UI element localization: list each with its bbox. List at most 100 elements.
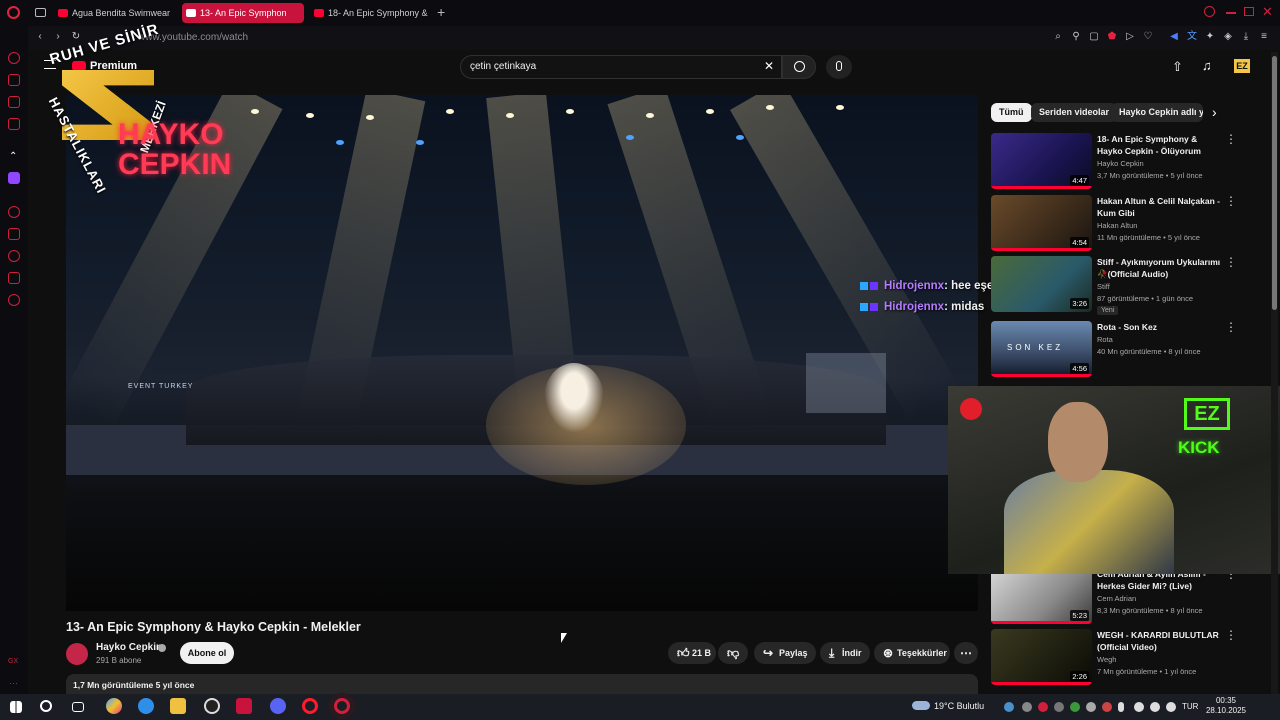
back-icon[interactable]: ‹ [34, 31, 46, 43]
video-thumbnail[interactable]: 4:47 [991, 133, 1092, 189]
channel-avatar[interactable] [66, 643, 88, 665]
recommendation-title[interactable]: Rota - Son Kez [1097, 321, 1221, 333]
video-thumbnail[interactable]: 3:26 [991, 256, 1092, 312]
wallet-icon[interactable]: ◈ [1222, 31, 1234, 43]
volume-icon[interactable] [1150, 702, 1160, 712]
chip-hayko-uploads[interactable]: Hayko Cepkin adlı yükle [1111, 103, 1203, 122]
notifications-bell-icon[interactable]: ♫ [1202, 58, 1212, 73]
recommendation-title[interactable]: Stiff - Ayıkmıyorum Uykularımı 🥀(Officia… [1097, 256, 1221, 280]
maximize-button[interactable] [1244, 7, 1254, 16]
opera-gx-icon[interactable] [334, 698, 350, 714]
youtube-logo-icon[interactable] [72, 61, 86, 71]
recommendation-item[interactable]: 3:26 Stiff - Ayıkmıyorum Uykularımı 🥀(Of… [991, 256, 1241, 315]
play-icon[interactable]: ▷ [1124, 31, 1136, 43]
more-actions-button[interactable]: ⋯ [954, 642, 978, 664]
obs-icon[interactable] [204, 698, 220, 714]
tray-app-icon[interactable] [1070, 702, 1080, 712]
like-button[interactable]: 👍︎ 21 B [668, 642, 716, 664]
more-options-icon[interactable]: ⋮ [1225, 256, 1237, 268]
extension-icon[interactable]: ✦ [1204, 31, 1216, 43]
search-icon[interactable] [40, 700, 52, 712]
clear-search-icon[interactable]: ✕ [764, 59, 774, 73]
tray-app-icon[interactable] [1054, 702, 1064, 712]
reload-icon[interactable]: ↻ [70, 31, 82, 43]
twitch-icon[interactable] [8, 172, 20, 184]
video-thumbnail[interactable]: 5:23 [991, 568, 1092, 624]
tray-app-icon[interactable] [1038, 702, 1048, 712]
pin-icon[interactable]: ⚲ [1070, 31, 1082, 43]
new-tab-button[interactable]: + [437, 4, 445, 20]
gx-icon[interactable]: GX [8, 658, 18, 665]
weather-cloud-icon[interactable] [912, 701, 930, 710]
description-box[interactable]: 1,7 Mn görüntüleme 5 yıl önce [66, 674, 978, 694]
video-editor-icon[interactable] [236, 698, 252, 714]
workspace-icon[interactable] [8, 74, 20, 86]
sidebar-more-icon[interactable]: ··· [9, 678, 18, 688]
chips-next-icon[interactable]: › [1212, 104, 1217, 120]
player-icon[interactable] [8, 206, 20, 218]
steam-icon[interactable] [1004, 702, 1014, 712]
thanks-button[interactable]: ⊛ Teşekkürler [874, 642, 950, 664]
opera-logo-icon[interactable] [7, 6, 20, 19]
account-avatar[interactable]: EZ [1234, 59, 1250, 73]
video-thumbnail[interactable]: 2:26 [991, 629, 1092, 685]
recommendation-channel[interactable]: Stiff [1097, 282, 1110, 291]
voice-search-button[interactable] [826, 55, 852, 79]
download-button[interactable]: ⤓ İndir [820, 642, 870, 664]
more-options-icon[interactable]: ⋮ [1225, 321, 1237, 333]
forward-icon[interactable]: › [52, 31, 64, 43]
chip-all[interactable]: Tümü [991, 103, 1032, 122]
channel-name[interactable]: Hayko Cepkin [96, 642, 162, 653]
network-icon[interactable] [1134, 702, 1144, 712]
tab-agua-bendita[interactable]: Agua Bendita Swimwear f [54, 3, 172, 23]
download-icon[interactable]: ⤓ [1240, 31, 1252, 43]
bookmarks-icon[interactable] [8, 228, 20, 240]
tab-epic-symphony-13[interactable]: 13- An Epic Symphon [182, 3, 304, 23]
dislike-button[interactable]: 👎︎ [718, 642, 748, 664]
settings-icon[interactable] [8, 294, 20, 306]
tray-app-icon[interactable] [1022, 702, 1032, 712]
tab-overview-icon[interactable] [35, 8, 46, 17]
zoom-icon[interactable]: ⌕ [1052, 31, 1064, 43]
windows-start-icon[interactable] [10, 701, 22, 713]
tray-app-icon[interactable] [1086, 702, 1096, 712]
search-input[interactable]: çetin çetinkaya [460, 55, 782, 79]
search-tabs-icon[interactable] [1204, 6, 1215, 17]
recommendation-item[interactable]: 4:47 18- An Epic Symphony & Hayko Cepkin… [991, 133, 1241, 191]
tray-app-icon[interactable] [1102, 702, 1112, 712]
upload-icon[interactable]: ⇧ [1172, 59, 1183, 75]
more-options-icon[interactable]: ⋮ [1225, 629, 1237, 641]
edge-icon[interactable] [138, 698, 154, 714]
recommendation-item[interactable]: 2:26 WEGH - KARARDI BULUTLAR (Official V… [991, 629, 1241, 687]
translate-icon[interactable]: 文 [1186, 31, 1198, 43]
more-options-icon[interactable]: ⋮ [1225, 195, 1237, 207]
more-options-icon[interactable]: ⋮ [1225, 133, 1237, 145]
shield-icon[interactable]: ⬟ [1106, 31, 1118, 43]
opera-icon[interactable] [302, 698, 318, 714]
video-thumbnail[interactable]: 4:54 [991, 195, 1092, 251]
menu-icon[interactable]: ≡ [1258, 31, 1270, 43]
tiktok-icon[interactable]: ⌃ [9, 151, 17, 162]
recommendation-channel[interactable]: Rota [1097, 335, 1113, 344]
copilot-icon[interactable] [106, 698, 122, 714]
extensions-icon[interactable] [8, 272, 20, 284]
search-button[interactable] [782, 55, 816, 79]
recommendation-item[interactable]: SON KEZ 4:56 Rota - Son Kez Rota 40 Mn g… [991, 321, 1241, 379]
video-thumbnail[interactable]: SON KEZ 4:56 [991, 321, 1092, 377]
share-button[interactable]: ↪ Paylaş [754, 642, 816, 664]
clock-date[interactable]: 28.10.2025 [1196, 706, 1256, 715]
aria-icon[interactable] [8, 52, 20, 64]
microphone-icon[interactable] [1118, 702, 1124, 712]
file-explorer-icon[interactable] [170, 698, 186, 714]
recommendation-channel[interactable]: Hakan Altun [1097, 221, 1137, 230]
scrollbar-thumb[interactable] [1272, 56, 1277, 310]
speaker-icon[interactable]: ◀ [1168, 31, 1180, 43]
clock-time[interactable]: 00:35 [1196, 696, 1256, 705]
recommendation-item[interactable]: 5:23 Cem Adrian & Aylin Aslım - Herkes G… [991, 568, 1241, 626]
tab-epic-symphony-18[interactable]: 18- An Epic Symphony & I [310, 3, 428, 23]
recommendation-channel[interactable]: Hayko Cepkin [1097, 159, 1144, 168]
messenger-icon[interactable] [8, 96, 20, 108]
minimize-button[interactable] [1226, 12, 1236, 14]
snapshot-icon[interactable]: ▢ [1088, 31, 1100, 43]
weather-text[interactable]: 19°C Bulutlu [934, 701, 984, 711]
